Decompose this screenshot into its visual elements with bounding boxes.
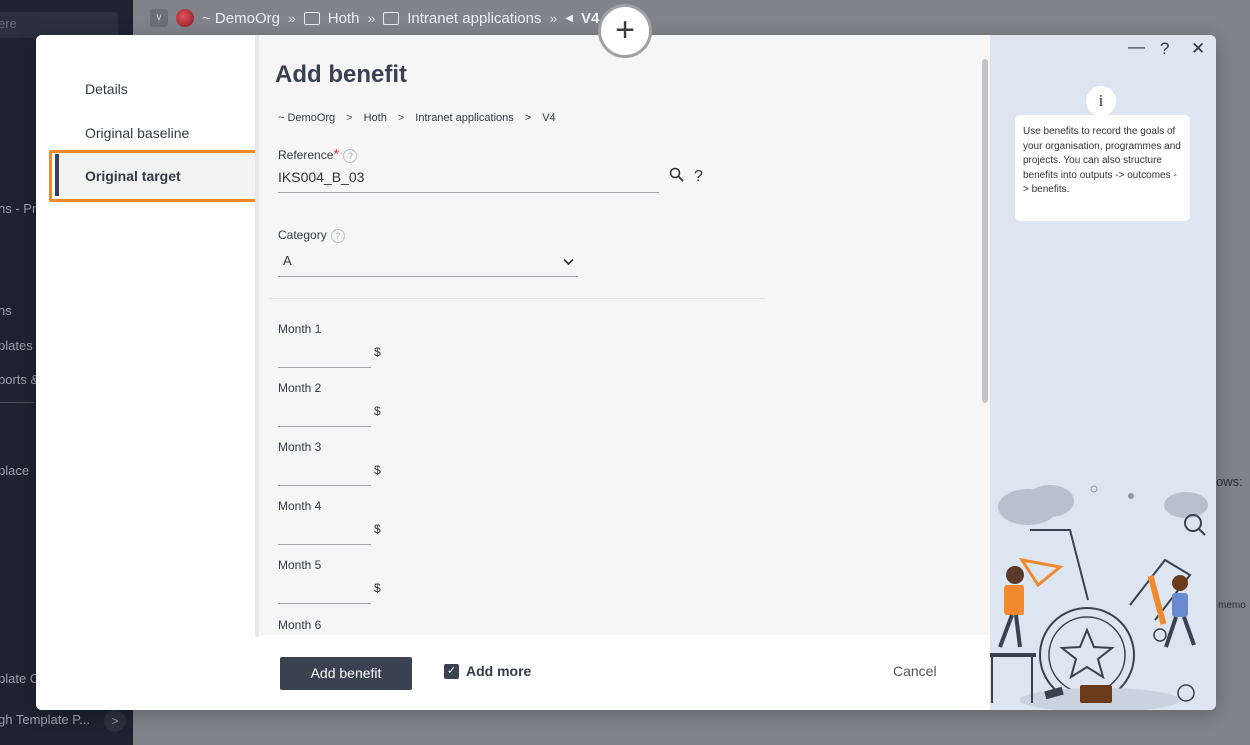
background-text: ows:	[1216, 474, 1243, 489]
sidebar-divider	[0, 402, 34, 403]
help-icon[interactable]: ?	[330, 228, 345, 243]
benefits-illustration	[990, 485, 1208, 710]
breadcrumb-item[interactable]: Intranet applications	[415, 112, 513, 124]
month-3-input[interactable]	[278, 462, 371, 486]
currency-symbol: $	[374, 522, 381, 536]
highlight-box	[49, 150, 262, 202]
breadcrumb-item[interactable]: Hoth	[364, 112, 387, 124]
sidebar-item[interactable]: plates	[0, 338, 33, 353]
breadcrumb-item[interactable]: V4	[581, 10, 599, 27]
section-divider	[269, 298, 765, 299]
add-benefit-button[interactable]: Add benefit	[280, 657, 412, 690]
tip-text: Use benefits to record the goals of your…	[1015, 115, 1190, 221]
category-value: A	[283, 253, 292, 268]
month-label: Month 6	[278, 618, 322, 632]
chevron-down-icon[interactable]: v	[150, 9, 168, 27]
month-5-input[interactable]	[278, 580, 371, 604]
org-logo-icon	[176, 9, 194, 27]
add-benefit-dialog: Details Original baseline Original targe…	[36, 35, 1216, 710]
close-icon[interactable]: ✕	[1191, 39, 1205, 59]
help-button[interactable]: ?	[1160, 39, 1169, 59]
currency-symbol: $	[374, 581, 381, 595]
month-1-input[interactable]	[278, 344, 371, 368]
project-icon	[303, 11, 320, 25]
category-select[interactable]: A	[278, 253, 578, 277]
page-title: Add benefit	[275, 61, 407, 88]
chevron-right-icon[interactable]: >	[104, 710, 126, 732]
add-more-label[interactable]: Add more	[466, 663, 531, 679]
sidebar-item[interactable]: gh Template P...	[0, 712, 90, 727]
info-icon: i	[1086, 86, 1116, 116]
month-label: Month 1	[278, 322, 322, 336]
breadcrumb-separator: »	[287, 10, 296, 26]
help-panel: — ? ✕ Use benefits to record the goals o…	[990, 35, 1216, 710]
background-text: memo	[1218, 600, 1246, 611]
breadcrumb-item[interactable]: ~ DemoOrg	[278, 112, 335, 124]
sidebar-item[interactable]: plate C	[0, 671, 39, 686]
nav-item-original-baseline[interactable]: Original baseline	[85, 125, 189, 141]
month-label: Month 4	[278, 499, 322, 513]
category-label: Category?	[278, 228, 345, 243]
currency-symbol: $	[374, 404, 381, 418]
add-plus-button[interactable]: +	[598, 4, 652, 58]
breadcrumb-item[interactable]: ~ DemoOrg	[202, 10, 280, 27]
month-4-input[interactable]	[278, 521, 371, 545]
scrollbar[interactable]	[982, 59, 988, 403]
add-more-checkbox[interactable]: ✓	[444, 664, 459, 679]
search-icon[interactable]	[669, 167, 684, 187]
minimize-icon[interactable]: —	[1128, 37, 1145, 57]
required-mark: *	[333, 146, 340, 163]
month-2-input[interactable]	[278, 403, 371, 427]
dialog-footer: Add benefit ✓ Add more Cancel	[36, 637, 990, 710]
month-label: Month 3	[278, 440, 322, 454]
benefit-form: Add benefit ~ DemoOrg > Hoth > Intranet …	[259, 35, 990, 635]
month-label: Month 5	[278, 558, 322, 572]
currency-symbol: $	[374, 345, 381, 359]
category-label-text: Category	[278, 228, 327, 242]
chevron-right-icon: >	[397, 112, 405, 124]
breadcrumb-item[interactable]: Hoth	[328, 10, 360, 27]
nav-item-details[interactable]: Details	[85, 81, 128, 97]
breadcrumb: ~ DemoOrg > Hoth > Intranet applications…	[278, 112, 556, 124]
triangle-left-icon: ◀	[565, 12, 573, 24]
sidebar-item[interactable]: place	[0, 463, 29, 478]
project-icon	[383, 11, 400, 25]
currency-symbol: $	[374, 463, 381, 477]
breadcrumb-separator: »	[549, 10, 558, 26]
app-breadcrumb: v ~ DemoOrg » Hoth » Intranet applicatio…	[150, 8, 599, 28]
reference-label-text: Reference	[278, 148, 334, 162]
dialog-nav: Details Original baseline Original targe…	[36, 35, 262, 637]
sidebar-item[interactable]: ports &	[0, 372, 39, 387]
chevron-right-icon: >	[524, 112, 532, 124]
month-label: Month 2	[278, 381, 322, 395]
cancel-button[interactable]: Cancel	[893, 663, 937, 679]
breadcrumb-item[interactable]: V4	[542, 112, 555, 124]
help-icon[interactable]: ?	[343, 148, 358, 163]
breadcrumb-separator: »	[367, 10, 376, 26]
sidebar-item[interactable]: ns	[0, 303, 12, 318]
breadcrumb-item[interactable]: Intranet applications	[407, 10, 541, 27]
reference-label: Reference*?	[278, 146, 358, 163]
reference-tools: ?	[669, 167, 703, 187]
chevron-down-icon	[563, 255, 574, 269]
chevron-right-icon: >	[346, 112, 353, 124]
reference-help-button[interactable]: ?	[694, 168, 703, 186]
reference-input[interactable]: IKS004_B_03	[278, 169, 659, 193]
